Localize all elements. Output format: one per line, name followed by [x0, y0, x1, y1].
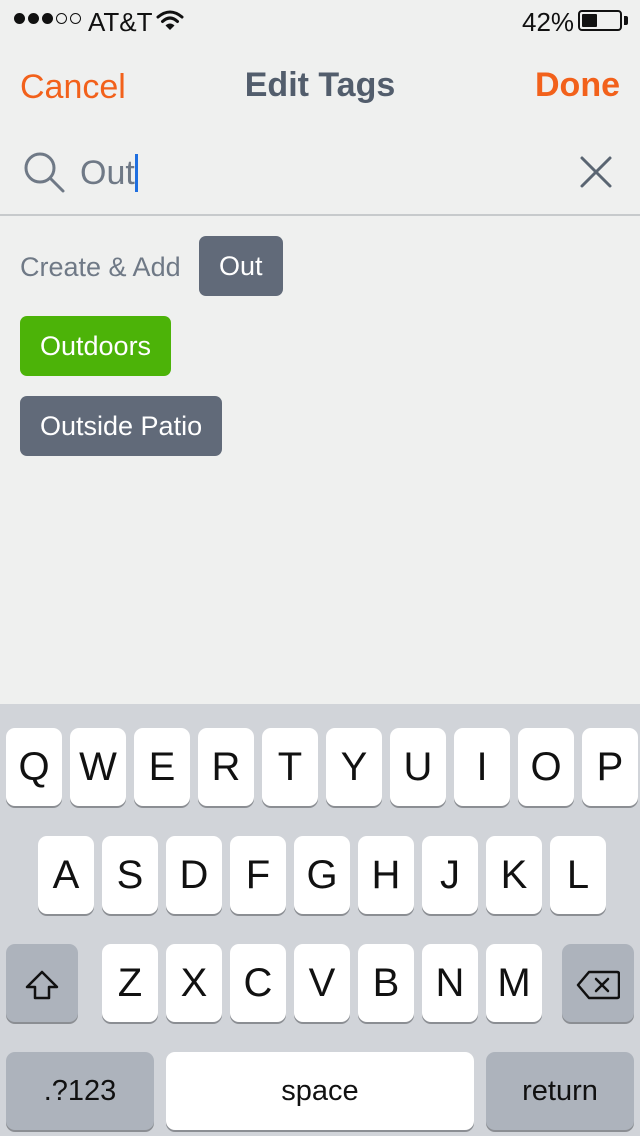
battery-percent: 42% — [522, 7, 575, 37]
battery-icon — [578, 10, 622, 31]
key-k[interactable]: K — [486, 836, 542, 914]
signal-dot — [28, 13, 39, 24]
key-g[interactable]: G — [294, 836, 350, 914]
key-e[interactable]: E — [134, 728, 190, 806]
create-add-label: Create & Add — [20, 252, 181, 282]
battery-level — [582, 14, 598, 27]
return-key[interactable]: return — [486, 1052, 634, 1130]
tag-outside-patio[interactable]: Outside Patio — [20, 396, 223, 456]
signal-dot — [42, 13, 53, 24]
signal-dot — [56, 13, 67, 24]
key-v[interactable]: V — [294, 944, 350, 1022]
key-n[interactable]: N — [422, 944, 478, 1022]
key-z[interactable]: Z — [102, 944, 158, 1022]
divider — [0, 214, 640, 216]
search-input[interactable] — [80, 150, 540, 196]
key-i[interactable]: I — [454, 728, 510, 806]
key-h[interactable]: H — [358, 836, 414, 914]
close-icon[interactable] — [578, 154, 614, 195]
key-o[interactable]: O — [518, 728, 574, 806]
carrier-name: AT&T — [88, 7, 153, 37]
battery-cap — [624, 16, 628, 25]
key-m[interactable]: M — [486, 944, 542, 1022]
key-a[interactable]: A — [38, 836, 94, 914]
shift-key[interactable] — [6, 944, 78, 1022]
key-b[interactable]: B — [358, 944, 414, 1022]
key-l[interactable]: L — [550, 836, 606, 914]
key-u[interactable]: U — [390, 728, 446, 806]
shift-icon — [25, 970, 59, 1000]
key-s[interactable]: S — [102, 836, 158, 914]
delete-key[interactable] — [562, 944, 634, 1022]
key-c[interactable]: C — [230, 944, 286, 1022]
signal-dot — [70, 13, 81, 24]
key-q[interactable]: Q — [6, 728, 62, 806]
key-x[interactable]: X — [166, 944, 222, 1022]
key-t[interactable]: T — [262, 728, 318, 806]
done-button[interactable]: Done — [535, 66, 620, 105]
text-cursor — [135, 154, 138, 192]
key-y[interactable]: Y — [326, 728, 382, 806]
key-p[interactable]: P — [582, 728, 638, 806]
signal-dot — [14, 13, 25, 24]
key-r[interactable]: R — [198, 728, 254, 806]
create-tag-button[interactable]: Out — [199, 236, 283, 296]
key-j[interactable]: J — [422, 836, 478, 914]
status-bar: AT&T 42% — [0, 0, 640, 40]
space-key[interactable]: space — [166, 1052, 474, 1130]
key-w[interactable]: W — [70, 728, 126, 806]
key-d[interactable]: D — [166, 836, 222, 914]
wifi-icon — [156, 9, 184, 36]
keyboard: Q W E R T Y U I O P A S D F G H J K L Z … — [0, 704, 640, 1136]
key-f[interactable]: F — [230, 836, 286, 914]
numbers-key[interactable]: .?123 — [6, 1052, 154, 1130]
tag-outdoors[interactable]: Outdoors — [20, 316, 172, 376]
backspace-icon — [576, 970, 621, 1000]
search-icon — [22, 150, 66, 199]
signal-strength-icon — [14, 13, 81, 24]
